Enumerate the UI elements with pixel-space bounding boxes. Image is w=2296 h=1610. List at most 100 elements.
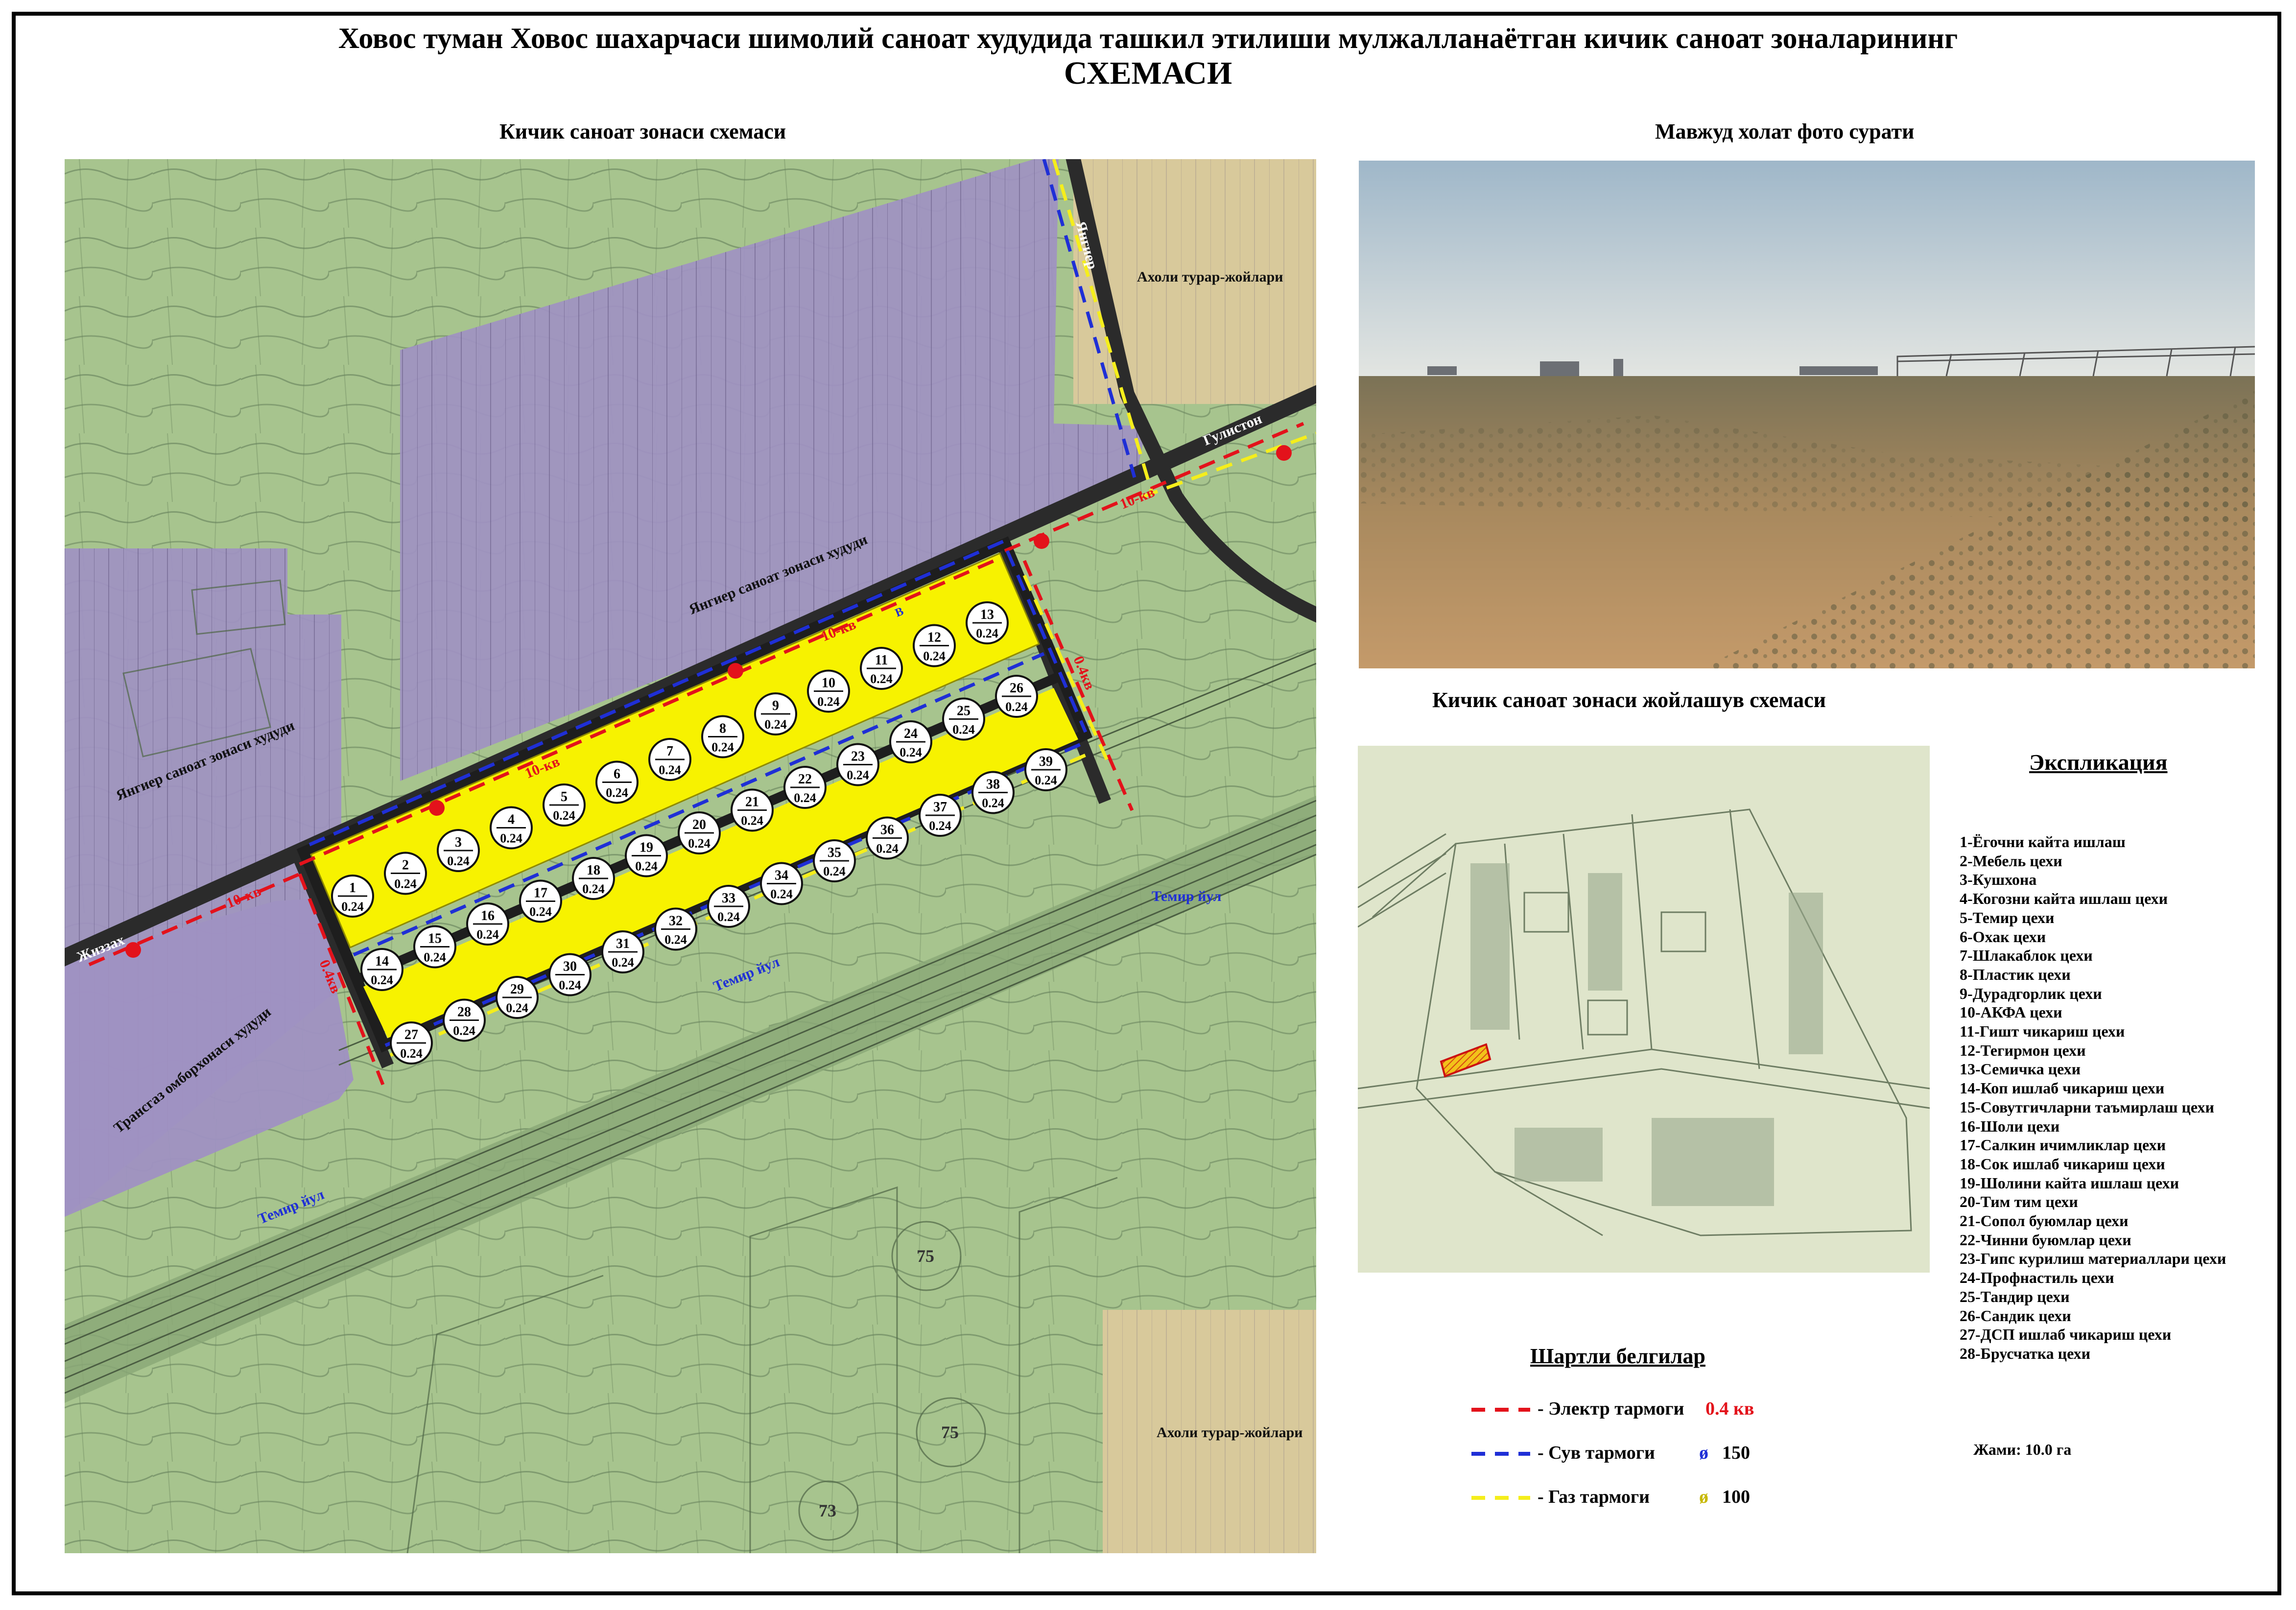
plot-19[interactable]: 190.24	[625, 834, 668, 877]
plot-36[interactable]: 360.24	[866, 816, 909, 860]
plot-number: 1	[349, 880, 356, 896]
explication-item: 25-Тандир цехи	[1960, 1287, 2070, 1305]
explication-item: 26-Сандик цехи	[1960, 1306, 2071, 1325]
plot-area: 0.24	[553, 808, 575, 823]
plot-30[interactable]: 300.24	[548, 953, 592, 996]
plot-3[interactable]: 30.24	[437, 829, 480, 872]
plot-number: 27	[404, 1027, 418, 1042]
plot-17[interactable]: 170.24	[519, 879, 562, 923]
plot-12[interactable]: 120.24	[913, 624, 956, 667]
label-residential-top: Ахоли турар-жойлари	[1137, 269, 1283, 285]
plot-area: 0.24	[717, 910, 740, 924]
label-railway-1: Темир йул	[1152, 888, 1222, 904]
plot-28[interactable]: 280.24	[443, 998, 486, 1042]
plot-number: 38	[986, 777, 1000, 792]
explication-item: 19-Шолини кайта ишлаш цехи	[1960, 1174, 2179, 1192]
explication-item: 8-Пластик цехи	[1960, 965, 2071, 983]
zone-scheme-map[interactable]: 1 0.24 2 0.24 3 0.24 4 0.24 5 0.24 6 0.24 7 0.24 8 0.24…	[65, 159, 1316, 1553]
plot-area: 0.24	[371, 973, 393, 987]
plot-area: 0.24	[870, 672, 893, 686]
photo-heading: Мавжуд холат фото сурати	[1655, 119, 1915, 143]
plot-number: 30	[563, 959, 577, 974]
plot-13[interactable]: 130.24	[966, 601, 1009, 644]
plot-6[interactable]: 60.24	[595, 760, 639, 804]
explication-item: 5-Темир цехи	[1960, 908, 2055, 926]
plot-2[interactable]: 20.24	[384, 852, 427, 895]
plot-area: 0.24	[394, 877, 417, 891]
plot-number: 2	[402, 858, 409, 873]
plot-number: 31	[616, 936, 630, 951]
plot-26[interactable]: 260.24	[995, 675, 1038, 718]
plot-area: 0.24	[606, 786, 628, 800]
plot-area: 0.24	[982, 796, 1004, 810]
plot-33[interactable]: 330.24	[707, 885, 750, 928]
explication-item: 12-Тегирмон цехи	[1960, 1041, 2086, 1059]
plot-area: 0.24	[424, 950, 446, 965]
plot-number: 11	[875, 653, 888, 668]
plot-area: 0.24	[899, 745, 922, 759]
sky	[1359, 161, 2255, 381]
plot-area: 0.24	[847, 768, 869, 782]
plot-8[interactable]: 80.24	[701, 715, 744, 758]
page-title: Ховос туман Ховос шахарчаси шимолий сано…	[338, 22, 1958, 54]
plot-21[interactable]: 210.24	[731, 788, 774, 832]
plot-number: 15	[428, 931, 442, 947]
label-route-75a: 75	[917, 1246, 934, 1266]
plot-area: 0.24	[453, 1024, 475, 1038]
explication-item: 9-Дурадгорлик цехи	[1960, 984, 2102, 1002]
plot-15[interactable]: 150.24	[413, 925, 456, 969]
plot-34[interactable]: 340.24	[760, 862, 803, 905]
plot-31[interactable]: 310.24	[601, 930, 644, 973]
plot-number: 9	[772, 698, 779, 713]
plot-11[interactable]: 110.24	[860, 647, 903, 690]
legend-label: - Электр тармоги	[1538, 1398, 1684, 1419]
plot-9[interactable]: 90.24	[754, 692, 797, 735]
plot-27[interactable]: 270.24	[390, 1021, 433, 1065]
plot-24[interactable]: 240.24	[889, 720, 932, 763]
plot-10[interactable]: 100.24	[807, 669, 850, 713]
plot-number: 4	[508, 812, 515, 828]
explication-item: 16-Шоли цехи	[1960, 1117, 2060, 1135]
plot-29[interactable]: 290.24	[496, 976, 539, 1019]
explication-item: 3-Кушхона	[1960, 871, 2037, 889]
plot-area: 0.24	[794, 791, 816, 805]
plot-number: 16	[481, 908, 495, 923]
plot-number: 5	[561, 789, 568, 805]
plot-number: 19	[639, 840, 653, 855]
plot-35[interactable]: 350.24	[813, 839, 856, 882]
plot-number: 33	[722, 891, 735, 906]
plot-37[interactable]: 370.24	[919, 794, 962, 837]
plot-16[interactable]: 160.24	[466, 902, 509, 946]
plot-18[interactable]: 180.24	[572, 857, 615, 900]
plot-4[interactable]: 40.24	[490, 806, 533, 850]
location-scheme-heading: Кичик саноат зонаси жойлашув схемаси	[1432, 688, 1826, 712]
plot-23[interactable]: 230.24	[836, 743, 879, 786]
plot-25[interactable]: 250.24	[942, 697, 985, 741]
plot-32[interactable]: 320.24	[654, 907, 697, 951]
legend-line-swatch	[1471, 1452, 1530, 1456]
plot-area: 0.24	[582, 882, 605, 896]
plot-7[interactable]: 70.24	[648, 738, 691, 781]
explication-item: 2-Мебель цехи	[1960, 852, 2062, 870]
plot-area: 0.24	[976, 626, 998, 640]
zone-scheme-heading: Кичик саноат зонаси схемаси	[499, 119, 786, 143]
plot-number: 34	[775, 868, 788, 883]
explication-item: 21-Сопол буюмлар цехи	[1960, 1212, 2129, 1230]
plot-14[interactable]: 140.24	[360, 948, 403, 991]
plot-39[interactable]: 390.24	[1024, 748, 1067, 791]
plot-area: 0.24	[817, 695, 840, 709]
explication-title: Экспликация	[2029, 750, 2168, 775]
explication-item: 27-ДСП ишлаб чикариш цехи	[1960, 1326, 2172, 1344]
plot-1[interactable]: 10.24	[331, 875, 374, 918]
plot-area: 0.24	[341, 900, 364, 914]
legend-spec: 150	[1722, 1443, 1750, 1463]
location-map[interactable]	[1358, 746, 1930, 1273]
plot-5[interactable]: 50.24	[543, 783, 586, 827]
diameter-icon: ø	[1699, 1443, 1708, 1463]
diameter-icon: ø	[1699, 1487, 1708, 1507]
plot-22[interactable]: 220.24	[783, 766, 827, 809]
plot-38[interactable]: 380.24	[971, 771, 1015, 814]
total-area: Жами: 10.0 га	[1973, 1441, 2072, 1458]
plot-20[interactable]: 200.24	[678, 811, 721, 854]
plot-area: 0.24	[506, 1001, 528, 1015]
